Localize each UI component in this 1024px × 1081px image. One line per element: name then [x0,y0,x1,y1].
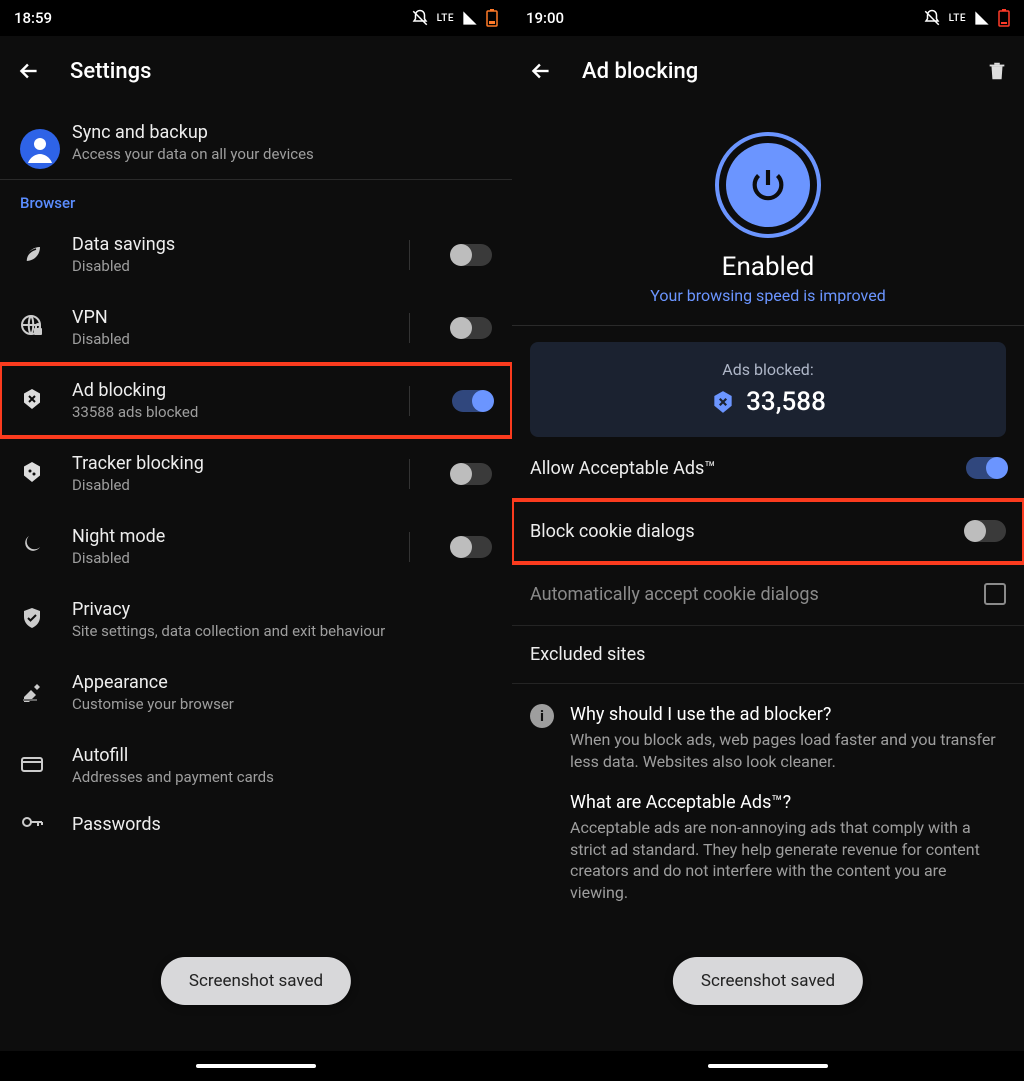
privacy-title: Privacy [72,599,492,620]
leaf-icon [20,241,48,269]
card-label: Ads blocked: [530,360,1006,379]
dnd-off-icon [411,9,429,27]
appearance-title: Appearance [72,672,492,693]
navbar-right [512,1051,1024,1081]
sync-title: Sync and backup [72,122,492,143]
sync-row[interactable]: Sync and backup Access your data on all … [0,106,512,179]
night-title: Night mode [72,526,385,547]
block-cookie-row[interactable]: Block cookie dialogs [512,500,1024,563]
passwords-row[interactable]: Passwords [0,802,512,854]
page-title: Ad blocking [582,59,698,84]
vpn-row[interactable]: VPN Disabled [0,291,512,364]
info-acc-title: What are Acceptable Ads™? [570,792,1006,813]
autofill-row[interactable]: Autofill Addresses and payment cards [0,729,512,802]
hero-title: Enabled [512,252,1024,282]
battery-icon [486,9,498,27]
adblocking-screen: 19:00 LTE Ad blocking [512,0,1024,1081]
toast-left: Screenshot saved [161,957,351,1005]
ad-blocking-sub: 33588 ads blocked [72,403,385,421]
card-value: 33,588 [746,387,826,417]
lte-indicator: LTE [949,13,966,24]
tracker-icon [20,460,48,488]
night-toggle[interactable] [452,536,492,558]
adblock-hero: Enabled Your browsing speed is improved [512,106,1024,325]
signal-icon [462,10,478,26]
card-icon [20,752,48,780]
globe-lock-icon [20,314,48,342]
data-savings-toggle[interactable] [452,244,492,266]
ad-blocking-title: Ad blocking [72,380,385,401]
hero-subtitle: Your browsing speed is improved [512,286,1024,305]
info-icon: i [530,704,554,728]
vpn-title: VPN [72,307,385,328]
passwords-title: Passwords [72,814,492,835]
data-savings-sub: Disabled [72,257,385,275]
status-time: 19:00 [526,9,564,27]
header-right: Ad blocking [512,36,1024,106]
block-cookie-title: Block cookie dialogs [530,521,695,542]
privacy-sub: Site settings, data collection and exit … [72,622,492,640]
appearance-row[interactable]: Appearance Customise your browser [0,656,512,729]
autofill-title: Autofill [72,745,492,766]
key-icon [20,810,48,838]
ad-blocking-row[interactable]: Ad blocking 33588 ads blocked [0,364,512,437]
adblock-icon [20,387,48,415]
avatar-icon [20,129,48,157]
statusbar-right: 19:00 LTE [512,0,1024,36]
data-savings-title: Data savings [72,234,385,255]
data-savings-row[interactable]: Data savings Disabled [0,218,512,291]
back-icon[interactable] [16,58,42,84]
sync-sub: Access your data on all your devices [72,145,492,163]
moon-icon [20,533,48,561]
tracker-row[interactable]: Tracker blocking Disabled [0,437,512,510]
autofill-sub: Addresses and payment cards [72,768,492,786]
navbar-left [0,1051,512,1081]
appearance-sub: Customise your browser [72,695,492,713]
auto-cookie-title: Automatically accept cookie dialogs [530,584,819,605]
excluded-sites-row[interactable]: Excluded sites [512,626,1024,684]
tracker-title: Tracker blocking [72,453,385,474]
section-browser: Browser [0,180,512,218]
info-why-text: When you block ads, web pages load faste… [570,729,1006,772]
auto-cookie-checkbox [984,583,1006,605]
block-cookie-toggle[interactable] [966,520,1006,542]
night-mode-row[interactable]: Night mode Disabled [0,510,512,583]
allow-ads-toggle[interactable] [966,457,1006,479]
tracker-sub: Disabled [72,476,385,494]
back-icon[interactable] [528,58,554,84]
toast-right: Screenshot saved [673,957,863,1005]
privacy-row[interactable]: Privacy Site settings, data collection a… [0,583,512,656]
paint-icon [20,679,48,707]
vpn-sub: Disabled [72,330,385,348]
info-acceptable: What are Acceptable Ads™? Acceptable ads… [512,782,1024,913]
battery-icon [998,9,1010,27]
statusbar-left: 18:59 LTE [0,0,512,36]
auto-cookie-row: Automatically accept cookie dialogs [512,563,1024,626]
ad-blocking-toggle[interactable] [452,390,492,412]
signal-icon [974,10,990,26]
info-why: i Why should I use the ad blocker? When … [512,684,1024,782]
dnd-off-icon [923,9,941,27]
allow-ads-row[interactable]: Allow Acceptable Ads™ [512,437,1024,500]
allow-ads-title: Allow Acceptable Ads™ [530,458,716,479]
tracker-toggle[interactable] [452,463,492,485]
header-left: Settings [0,36,512,106]
night-sub: Disabled [72,549,385,567]
vpn-toggle[interactable] [452,317,492,339]
power-button[interactable] [715,132,821,238]
info-why-title: Why should I use the ad blocker? [570,704,1006,725]
shield-icon [20,606,48,634]
adblock-badge-icon [710,389,736,415]
status-time: 18:59 [14,9,52,27]
page-title: Settings [70,59,151,84]
info-acc-text: Acceptable ads are non-annoying ads that… [570,817,1006,903]
settings-screen: 18:59 LTE Settings Sync and backup [0,0,512,1081]
trash-icon[interactable] [986,60,1008,82]
ads-blocked-card: Ads blocked: 33,588 [530,342,1006,437]
lte-indicator: LTE [437,13,454,24]
